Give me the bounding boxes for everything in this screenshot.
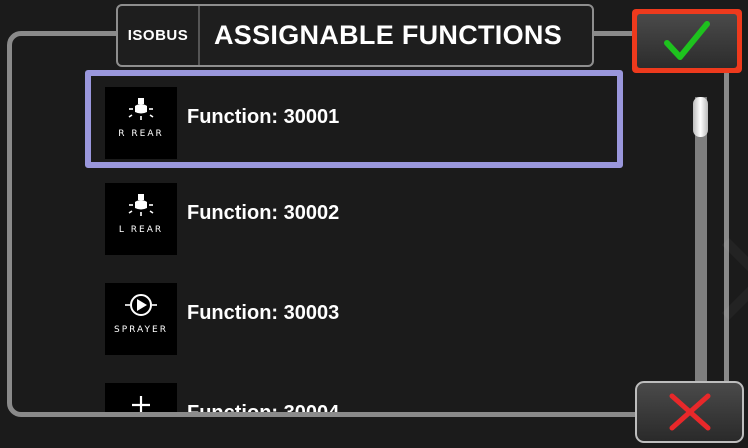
function-caption: L REAR [118, 225, 164, 235]
light-icon [128, 194, 154, 216]
function-icon-box: R REAR [105, 87, 177, 159]
scrollbar-thumb[interactable] [693, 97, 708, 137]
page-header: ISOBUS ASSIGNABLE FUNCTIONS [116, 4, 594, 67]
function-label: Function: 30004 [187, 402, 339, 412]
isobus-label: ISOBUS [118, 6, 200, 65]
function-row-30004[interactable]: Function: 30004 [85, 366, 623, 412]
cross-icon [669, 393, 710, 431]
function-row-30002[interactable]: L REAR Function: 30002 [85, 166, 623, 264]
play-icon [125, 294, 157, 316]
accept-button[interactable] [632, 9, 742, 73]
function-label: Function: 30003 [187, 302, 340, 324]
function-icon-box: SPRAYER [105, 283, 177, 355]
accept-button-face[interactable] [637, 14, 737, 68]
function-caption: SPRAYER [114, 325, 168, 335]
function-caption: R REAR [118, 129, 164, 139]
function-icon-box: L REAR [105, 183, 177, 255]
cancel-button[interactable] [635, 381, 744, 443]
page-title: ASSIGNABLE FUNCTIONS [214, 20, 563, 50]
function-list: R REAR Function: 30001 L REAR Function: … [82, 66, 632, 412]
checkmark-icon [664, 21, 710, 60]
scrollbar-track[interactable] [695, 97, 707, 387]
function-row-30001[interactable]: R REAR Function: 30001 [85, 70, 623, 168]
function-row-30003[interactable]: SPRAYER Function: 30003 [85, 266, 623, 364]
function-label: Function: 30002 [187, 202, 340, 224]
function-icon-box [105, 383, 177, 412]
light-icon [128, 98, 154, 120]
plus-icon [132, 396, 150, 412]
function-label: Function: 30001 [187, 106, 340, 128]
